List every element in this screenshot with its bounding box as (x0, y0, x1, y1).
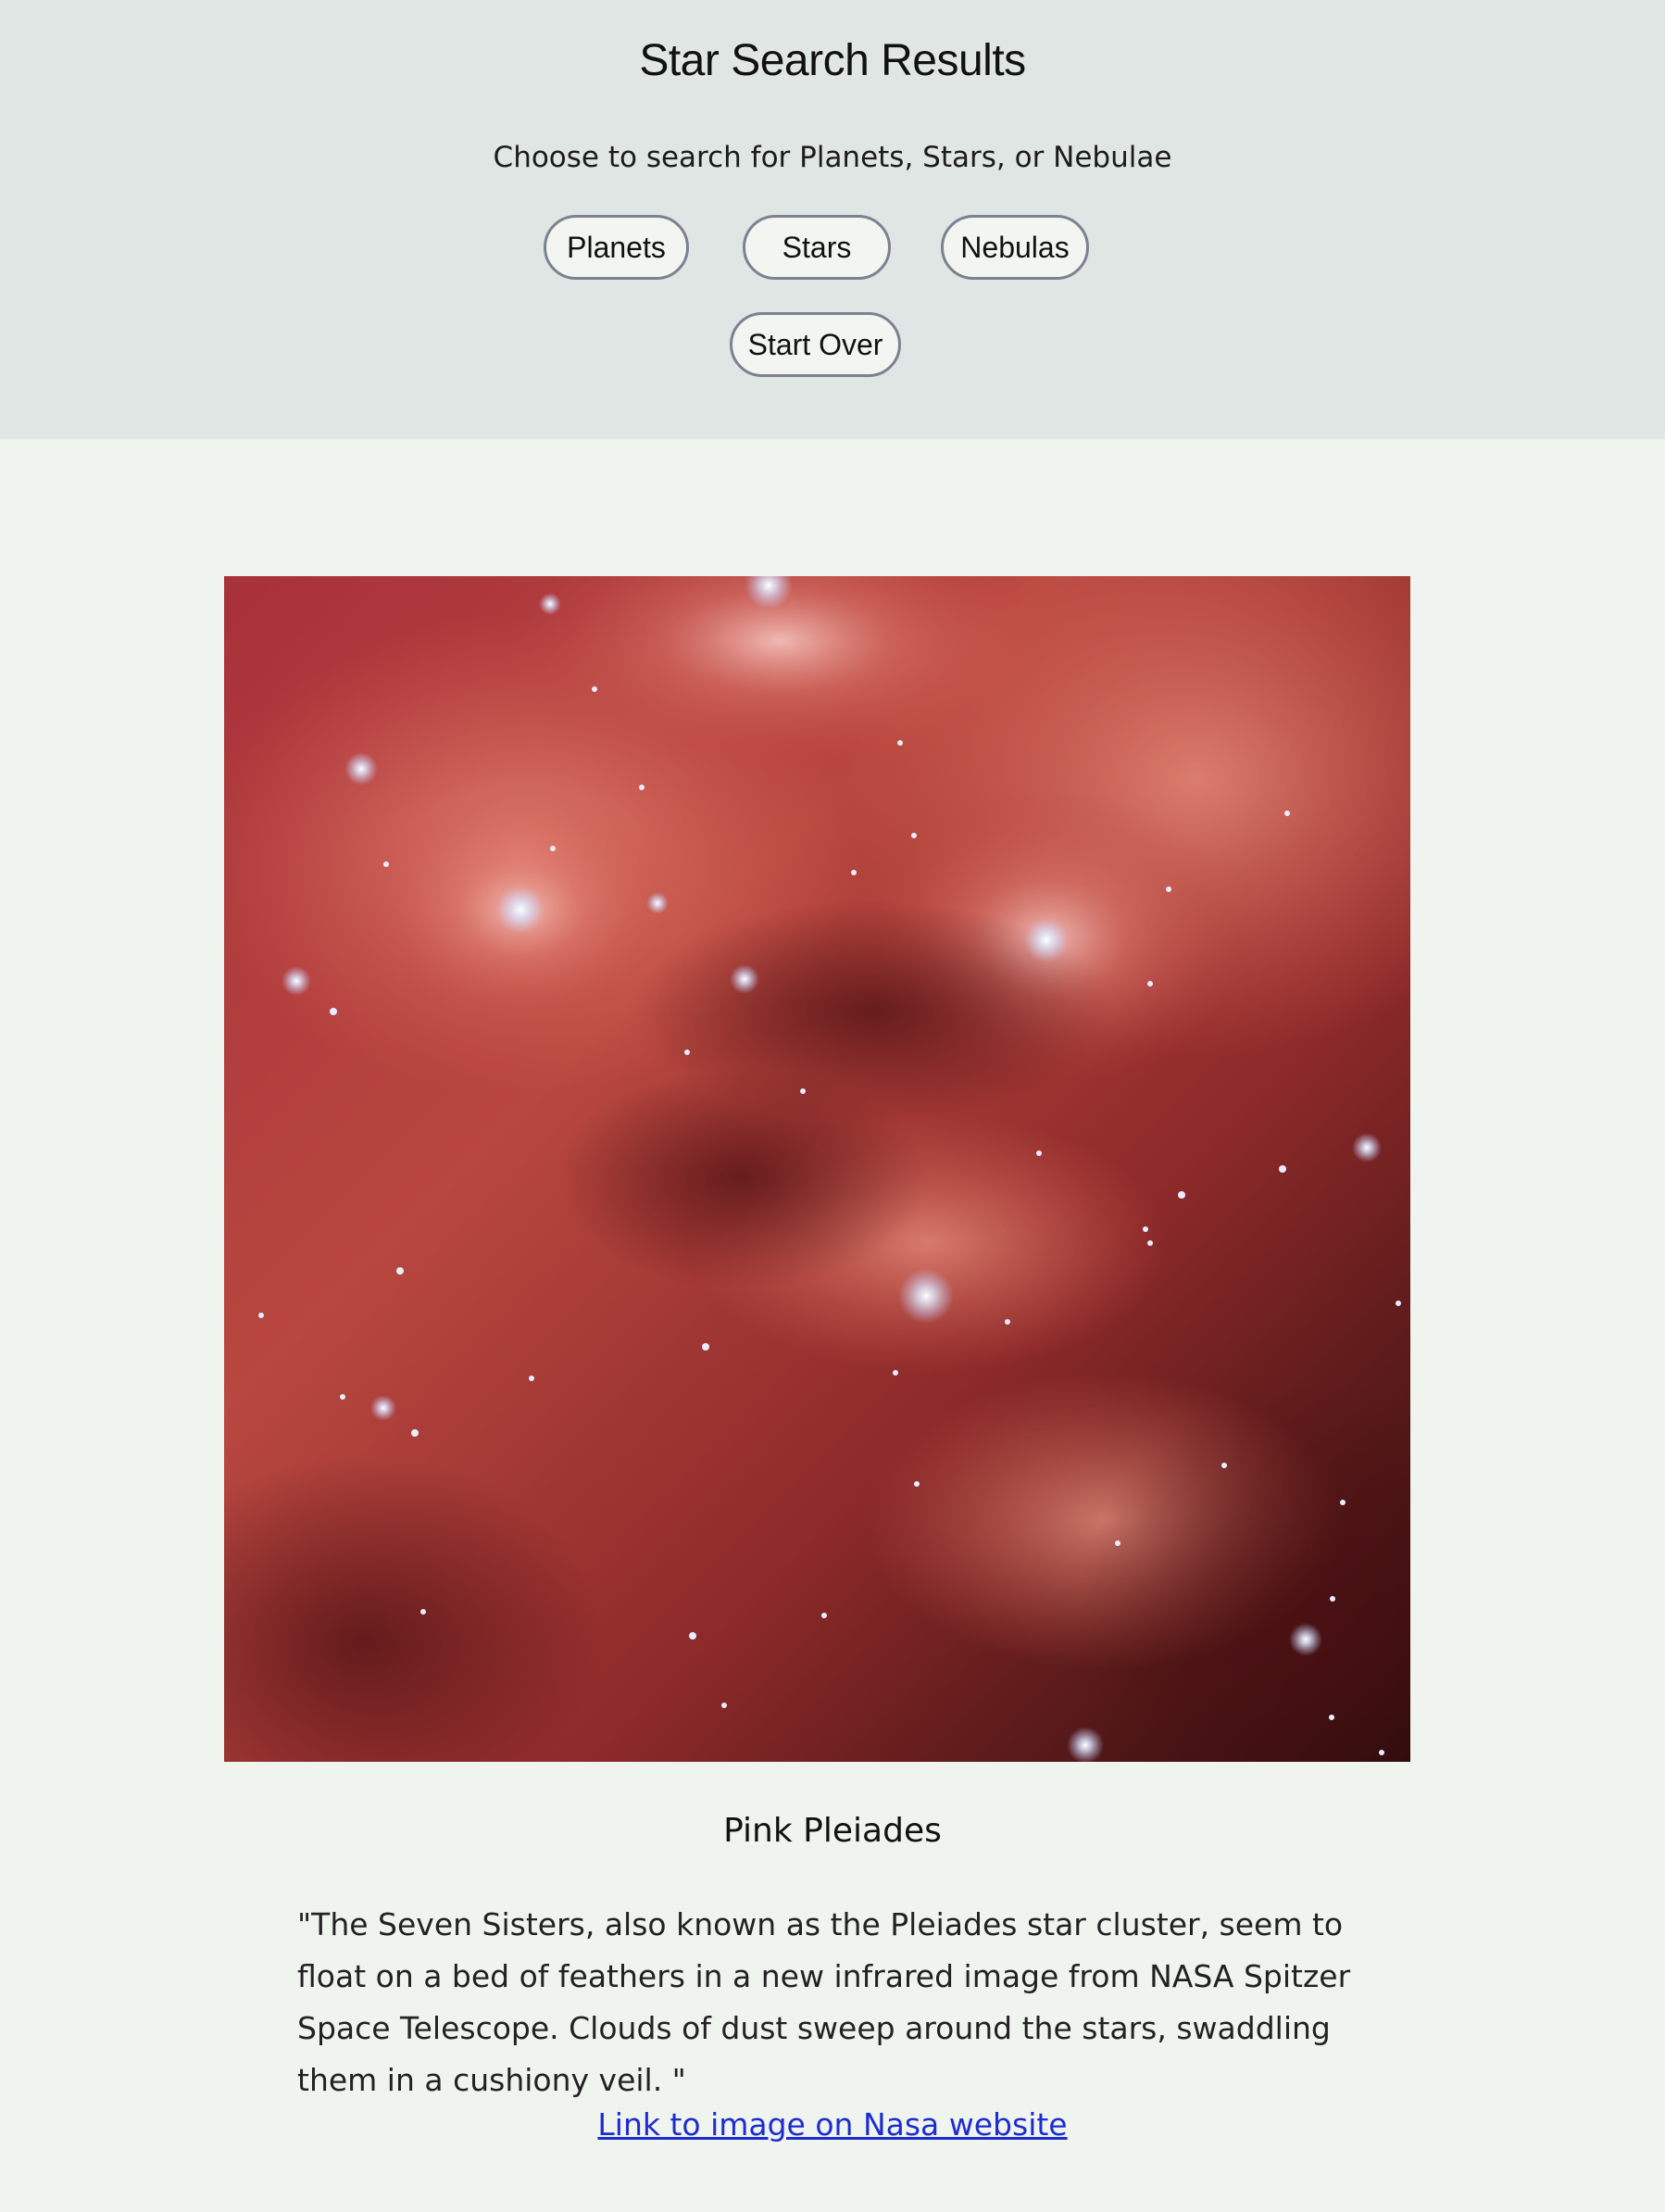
nasa-image-link[interactable]: Link to image on Nasa website (0, 2106, 1665, 2143)
planets-button[interactable]: Planets (544, 215, 689, 280)
start-over-button[interactable]: Start Over (730, 312, 901, 377)
nebula-photo-graphic (224, 576, 1410, 1762)
nebulas-button[interactable]: Nebulas (941, 215, 1089, 280)
stars-button[interactable]: Stars (743, 215, 891, 280)
header: Star Search Results Choose to search for… (0, 0, 1665, 439)
search-instructions: Choose to search for Planets, Stars, or … (493, 141, 1172, 174)
page-title: Star Search Results (639, 36, 1026, 85)
result-image (224, 576, 1410, 1762)
result-description: "The Seven Sisters, also known as the Pl… (297, 1906, 1351, 2098)
result-title: Pink Pleiades (723, 1812, 942, 1850)
